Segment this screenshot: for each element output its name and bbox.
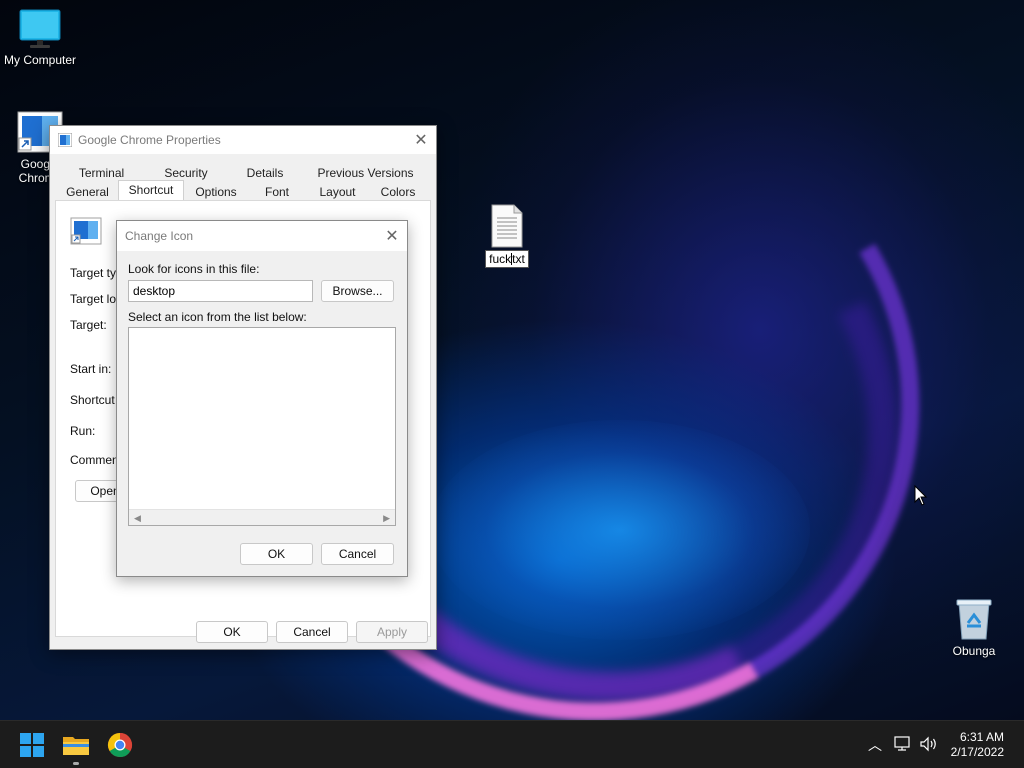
recycle-bin-icon — [956, 599, 992, 640]
window-title: Google Chrome Properties — [78, 133, 221, 147]
start-icon — [20, 733, 44, 757]
tab-strip: Terminal Security Details Previous Versi… — [50, 154, 436, 202]
tab-shortcut[interactable]: Shortcut — [118, 180, 184, 201]
clock-date: 2/17/2022 — [950, 745, 1004, 759]
dialog-title: Change Icon — [125, 229, 194, 243]
change-icon-dialog: Change Icon ✕ Look for icons in this fil… — [116, 220, 408, 577]
close-icon[interactable]: ✕ — [406, 126, 436, 154]
window-titlebar[interactable]: Google Chrome Properties ✕ — [50, 126, 436, 154]
desktop-icon-recycle-bin[interactable]: Obunga — [934, 597, 1014, 658]
browse-button[interactable]: Browse... — [321, 280, 394, 302]
taskbar-file-explorer[interactable] — [60, 729, 92, 765]
rename-text: txt — [512, 252, 525, 266]
taskbar: ︿ 6:31 AM 2/17/2022 — [0, 720, 1024, 768]
tab-colors[interactable]: Colors — [370, 183, 426, 201]
desktop-icon-text-file[interactable]: fucktxt — [467, 204, 547, 268]
cancel-button[interactable]: Cancel — [276, 621, 348, 643]
taskbar-chrome[interactable] — [104, 729, 136, 761]
volume-icon[interactable] — [919, 736, 939, 752]
system-tray: ︿ — [866, 721, 946, 768]
network-icon[interactable] — [894, 736, 912, 752]
look-for-label: Look for icons in this file: — [128, 262, 260, 276]
target-label: Target: — [70, 318, 107, 332]
text-file-icon — [491, 204, 523, 248]
taskbar-clock[interactable]: 6:31 AM 2/17/2022 — [951, 730, 1004, 760]
ok-button[interactable]: OK — [240, 543, 313, 565]
icon-list[interactable]: ◀ ▶ — [128, 327, 396, 526]
tab-options[interactable]: Options — [188, 183, 244, 201]
cancel-button[interactable]: Cancel — [321, 543, 394, 565]
tab-previous-versions[interactable]: Previous Versions — [308, 164, 423, 182]
run-label: Run: — [70, 424, 96, 438]
tab-layout[interactable]: Layout — [310, 183, 365, 201]
apply-button[interactable]: Apply — [356, 621, 428, 643]
start-in-label: Start in: — [70, 362, 112, 376]
rename-input[interactable]: fucktxt — [485, 250, 529, 268]
shortcut-icon — [58, 133, 72, 147]
shortcut-icon — [70, 217, 102, 245]
desktop-icon-label: Obunga — [952, 644, 996, 658]
desktop-icon-my-computer[interactable]: My Computer — [0, 8, 80, 67]
show-hidden-icons-chevron-icon[interactable]: ︿ — [868, 735, 882, 755]
rename-text: fuck — [489, 252, 512, 266]
running-indicator — [73, 762, 79, 765]
close-icon[interactable]: ✕ — [377, 222, 407, 250]
target-location-label: Target loc — [70, 292, 123, 306]
tab-font[interactable]: Font — [250, 183, 304, 201]
file-explorer-icon — [63, 737, 89, 755]
select-icon-label: Select an icon from the list below: — [128, 310, 307, 324]
icon-file-input[interactable]: desktop — [128, 280, 313, 302]
scroll-left-icon[interactable]: ◀ — [134, 513, 141, 524]
chrome-icon — [107, 733, 133, 758]
tab-general[interactable]: General — [60, 183, 115, 201]
desktop-icon-label: My Computer — [3, 53, 77, 67]
wallpaper-glow — [430, 420, 810, 640]
ok-button[interactable]: OK — [196, 621, 268, 643]
clock-time: 6:31 AM — [959, 730, 1004, 744]
mouse-cursor-icon — [914, 485, 928, 506]
monitor-icon — [19, 9, 61, 48]
start-button[interactable] — [16, 729, 48, 761]
horizontal-scrollbar[interactable]: ◀ ▶ — [129, 509, 395, 525]
scroll-right-icon[interactable]: ▶ — [383, 513, 390, 524]
tab-details[interactable]: Details — [230, 164, 300, 182]
target-type-label: Target typ — [70, 266, 123, 280]
dialog-titlebar[interactable]: Change Icon ✕ — [117, 221, 407, 251]
